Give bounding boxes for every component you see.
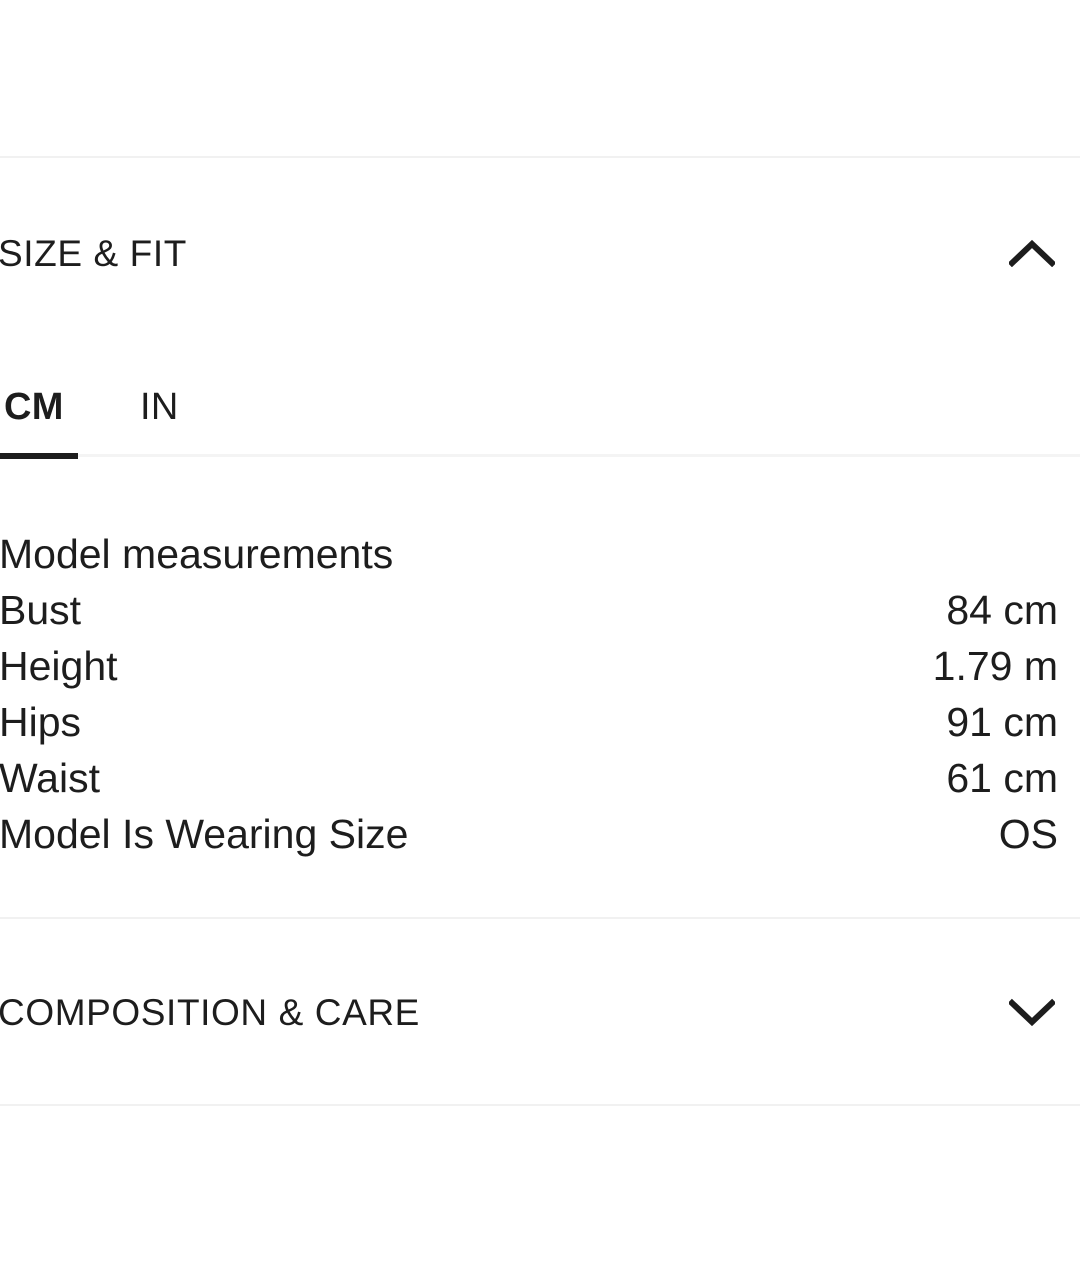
section-divider-top [0, 156, 1080, 158]
product-details-accordion-panel: SIZE & FIT CM IN Model measurements Bust… [0, 0, 1080, 1280]
table-row: Bust 84 cm [0, 582, 1058, 638]
measurement-label: Hips [0, 699, 82, 745]
accordion-title-size-fit: SIZE & FIT [0, 232, 187, 274]
accordion-header-size-fit[interactable]: SIZE & FIT [0, 205, 1080, 301]
measurement-label: Waist [0, 755, 100, 801]
section-divider-bottom [0, 1104, 1080, 1106]
table-row: Height 1.79 m [0, 638, 1058, 694]
table-row: Waist 61 cm [0, 750, 1058, 806]
model-measurements-heading: Model measurements [0, 531, 394, 577]
measurement-value: 91 cm [946, 699, 1058, 745]
chevron-down-icon[interactable] [1006, 986, 1058, 1038]
table-row: Model Is Wearing Size OS [0, 806, 1058, 862]
measurement-value: 1.79 m [932, 643, 1058, 689]
accordion-header-composition-care[interactable]: COMPOSITION & CARE [0, 964, 1080, 1060]
tab-unit-cm[interactable]: CM [4, 380, 74, 426]
accordion-title-composition-care: COMPOSITION & CARE [0, 991, 420, 1033]
table-row: Hips 91 cm [0, 694, 1058, 750]
unit-tabs-underline-active [0, 453, 78, 459]
unit-tabs-row: CM IN [0, 380, 179, 426]
measurement-value: 84 cm [946, 587, 1058, 633]
section-divider-middle [0, 917, 1080, 919]
model-measurements-list: Model measurements Bust 84 cm Height 1.7… [0, 526, 1080, 862]
unit-tabs: CM IN [0, 380, 1080, 459]
measurement-value: 61 cm [946, 755, 1058, 801]
measurement-label: Bust [0, 587, 82, 633]
measurement-value: OS [998, 811, 1058, 857]
chevron-up-icon[interactable] [1006, 227, 1058, 279]
measurement-label: Model Is Wearing Size [0, 811, 409, 857]
tab-unit-in[interactable]: IN [140, 380, 179, 426]
unit-tabs-underline-base [0, 454, 1080, 457]
measurement-label: Height [0, 643, 118, 689]
